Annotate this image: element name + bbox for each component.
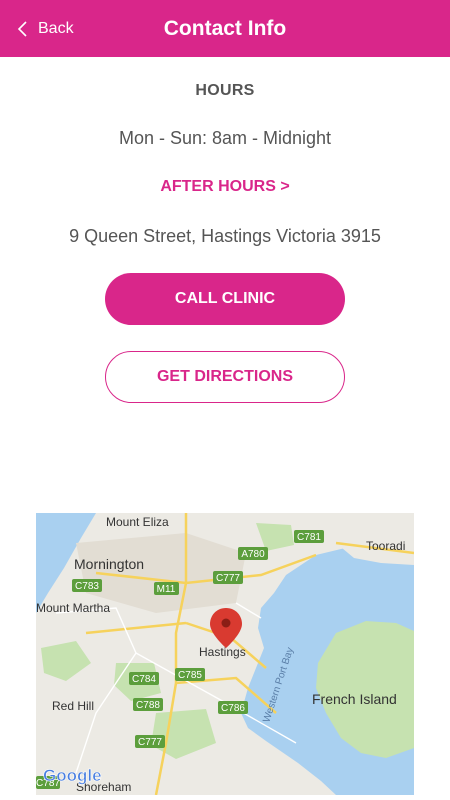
road-badge: C788 [133, 698, 163, 711]
road-label: M11 [157, 584, 176, 595]
after-hours-link[interactable]: AFTER HOURS > [0, 178, 450, 196]
hours-heading: HOURS [195, 82, 255, 99]
back-button[interactable]: Back [16, 0, 74, 57]
map-label-hastings: Hastings [199, 645, 246, 659]
road-badge: A780 [238, 547, 268, 560]
road-badge: C783 [72, 579, 102, 592]
hours-text: Mon - Sun: 8am - Midnight [118, 128, 332, 148]
map-label-mornington: Mornington [74, 556, 144, 572]
road-label: A780 [241, 549, 265, 560]
call-clinic-button[interactable]: CALL CLINIC [105, 273, 345, 325]
road-badge: M11 [154, 582, 179, 595]
road-badge: C781 [294, 530, 324, 543]
road-label: C785 [178, 670, 202, 681]
clinic-address: 9 Queen Street, Hastings Victoria 3915 [69, 226, 381, 246]
chevron-left-icon [17, 20, 27, 37]
road-label: C777 [138, 737, 162, 748]
location-map[interactable]: Mount Eliza Mornington Mount Martha Red … [36, 513, 414, 795]
road-label: C777 [216, 573, 240, 584]
road-label: C788 [136, 700, 160, 711]
road-badge: C784 [129, 672, 159, 685]
get-directions-button[interactable]: GET DIRECTIONS [105, 351, 345, 403]
map-label-tooradin: Tooradi [366, 539, 405, 553]
map-canvas: Mount Eliza Mornington Mount Martha Red … [36, 513, 414, 795]
road-badge: C777 [213, 571, 243, 584]
road-badge: C785 [175, 668, 205, 681]
road-label: C781 [297, 532, 321, 543]
road-label: C786 [221, 703, 245, 714]
road-label: C784 [132, 674, 156, 685]
back-label: Back [38, 19, 74, 37]
google-logo: Google [43, 766, 102, 785]
header-bar: Back Contact Info [0, 0, 450, 57]
map-label-mount-martha: Mount Martha [36, 601, 110, 615]
map-label-french-island: French Island [312, 691, 397, 707]
map-label-red-hill: Red Hill [52, 699, 94, 713]
road-badge: C777 [135, 735, 165, 748]
map-label-mount-eliza: Mount Eliza [106, 515, 169, 529]
road-badge: C786 [218, 701, 248, 714]
road-label: C783 [75, 581, 99, 592]
